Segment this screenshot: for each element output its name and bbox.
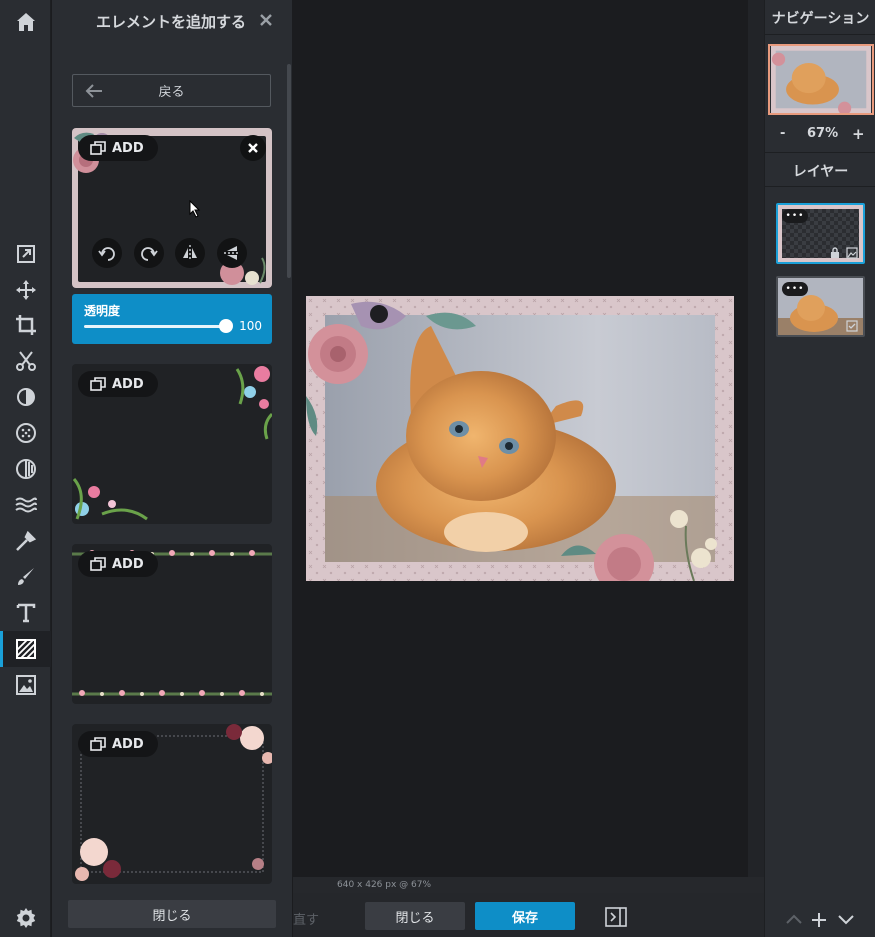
layer-item-photo[interactable]: ••• bbox=[776, 276, 865, 337]
effects-icon[interactable] bbox=[0, 451, 51, 487]
cutout-icon[interactable] bbox=[0, 343, 51, 379]
rotate-right-button[interactable] bbox=[134, 238, 164, 268]
redo-button[interactable]: 直す bbox=[293, 909, 319, 928]
canvas-info-bar: 640 x 426 px @ 67% bbox=[293, 877, 764, 893]
add-layer-icon bbox=[90, 141, 106, 155]
liquify-icon[interactable] bbox=[0, 487, 51, 523]
zoom-in-button[interactable]: + bbox=[852, 125, 865, 143]
add-layer-icon bbox=[90, 377, 106, 391]
layer-options-button[interactable]: ••• bbox=[782, 282, 808, 296]
canvas-area[interactable] bbox=[293, 0, 748, 877]
right-panel: ナビゲーション - 67% + レイヤー ••• ••• bbox=[764, 0, 875, 937]
opacity-label: 透明度 bbox=[84, 304, 121, 318]
flip-vertical-button[interactable] bbox=[217, 238, 247, 268]
layer-item-frame[interactable]: ••• bbox=[776, 203, 865, 264]
panel-close-icon[interactable] bbox=[258, 12, 274, 28]
add-button[interactable]: ADD bbox=[78, 551, 158, 577]
add-layer-plus-icon[interactable] bbox=[811, 912, 827, 928]
toggle-panel-icon[interactable] bbox=[605, 907, 627, 927]
opacity-control: 透明度 100 bbox=[72, 294, 272, 344]
add-image-icon[interactable] bbox=[0, 667, 51, 703]
add-layer-icon bbox=[90, 557, 106, 571]
divider bbox=[765, 186, 875, 187]
opacity-slider-handle[interactable] bbox=[219, 319, 233, 333]
rotate-left-button[interactable] bbox=[92, 238, 122, 268]
elements-icon[interactable] bbox=[0, 631, 51, 667]
divider bbox=[765, 34, 875, 35]
crop-icon[interactable] bbox=[0, 307, 51, 343]
flip-vertical-icon bbox=[224, 246, 240, 260]
opacity-value: 100 bbox=[239, 319, 262, 333]
remove-element-button[interactable] bbox=[240, 135, 266, 161]
element-card-garland[interactable]: ADD bbox=[72, 544, 272, 704]
retouch-icon[interactable] bbox=[0, 523, 51, 559]
back-button[interactable]: 戻る bbox=[72, 74, 271, 107]
panel-title: エレメントを追加する bbox=[96, 12, 247, 31]
photo-editor: エレメントを追加する 戻る ADD 透明度 100 ADD ADD ADD 閉じ… bbox=[0, 0, 875, 937]
arrow-left-icon bbox=[85, 84, 102, 98]
add-button[interactable]: ADD bbox=[78, 731, 158, 757]
image-icon bbox=[846, 247, 858, 259]
panel-scrollbar[interactable] bbox=[287, 64, 291, 278]
filter-icon[interactable] bbox=[0, 415, 51, 451]
add-button[interactable]: ADD bbox=[78, 371, 158, 397]
back-label: 戻る bbox=[158, 85, 185, 100]
chevron-up-icon[interactable] bbox=[785, 913, 803, 925]
mouse-cursor-icon bbox=[189, 200, 201, 218]
lock-icon[interactable] bbox=[830, 247, 840, 259]
bottom-toolbar: 直す 閉じる 保存 bbox=[293, 893, 764, 937]
add-label: ADD bbox=[112, 736, 144, 752]
navigation-thumbnail[interactable] bbox=[768, 44, 874, 115]
rotate-left-icon bbox=[98, 247, 115, 261]
divider bbox=[765, 152, 875, 153]
add-button[interactable]: ADD bbox=[78, 135, 158, 161]
close-icon bbox=[248, 143, 258, 153]
zoom-level: 67% bbox=[807, 126, 839, 141]
element-card-corner-flowers[interactable]: ADD bbox=[72, 364, 272, 524]
text-icon[interactable] bbox=[0, 595, 51, 631]
elements-panel: エレメントを追加する 戻る ADD 透明度 100 ADD ADD ADD 閉じ… bbox=[52, 0, 292, 937]
close-button[interactable]: 閉じる bbox=[365, 902, 465, 930]
visibility-checkbox-icon[interactable] bbox=[846, 320, 858, 332]
home-icon[interactable] bbox=[0, 4, 51, 40]
draw-icon[interactable] bbox=[0, 559, 51, 595]
layer-actions bbox=[765, 893, 875, 937]
add-label: ADD bbox=[112, 556, 144, 572]
canvas-size-info: 640 x 426 px @ 67% bbox=[337, 880, 432, 890]
canvas-image[interactable] bbox=[306, 296, 734, 581]
element-card-frame-selected[interactable]: ADD bbox=[72, 128, 272, 288]
rotate-right-icon bbox=[141, 247, 158, 261]
add-label: ADD bbox=[112, 376, 144, 392]
flip-horizontal-button[interactable] bbox=[175, 238, 205, 268]
settings-icon[interactable] bbox=[0, 900, 51, 936]
flip-horizontal-icon bbox=[183, 245, 197, 261]
add-label: ADD bbox=[112, 140, 144, 156]
opacity-slider-track[interactable] bbox=[84, 325, 228, 328]
chevron-down-icon[interactable] bbox=[837, 914, 855, 926]
layers-title: レイヤー bbox=[792, 164, 849, 180]
layer-options-button[interactable]: ••• bbox=[782, 209, 808, 223]
move-icon[interactable] bbox=[0, 272, 51, 308]
zoom-control: - 67% + bbox=[765, 125, 875, 144]
add-layer-icon bbox=[90, 737, 106, 751]
resize-icon[interactable] bbox=[0, 236, 51, 272]
element-card-rose-frame[interactable]: ADD bbox=[72, 724, 272, 884]
tool-rail bbox=[0, 0, 51, 937]
canvas-vertical-scrollbar[interactable] bbox=[748, 0, 764, 893]
zoom-out-button[interactable]: - bbox=[780, 126, 785, 141]
save-button[interactable]: 保存 bbox=[475, 902, 575, 930]
adjust-icon[interactable] bbox=[0, 379, 51, 415]
panel-close-button[interactable]: 閉じる bbox=[68, 900, 276, 928]
navigation-title: ナビゲーション bbox=[771, 11, 870, 27]
